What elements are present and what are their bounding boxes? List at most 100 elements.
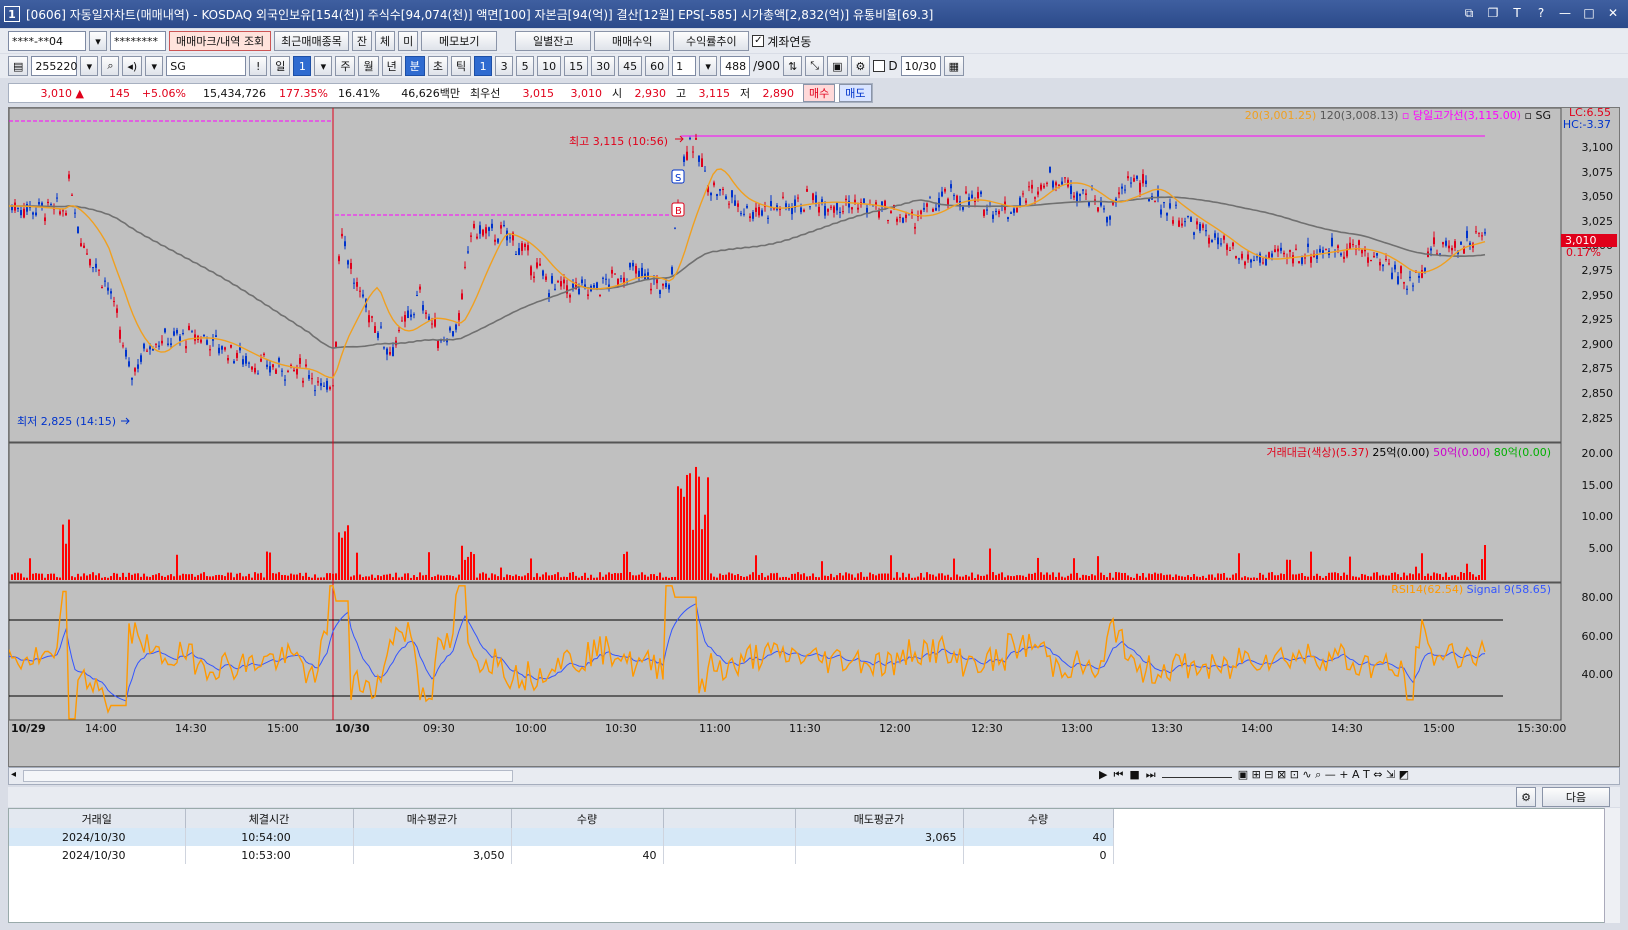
- candle: [158, 345, 160, 347]
- stop-icon[interactable]: ■: [1129, 768, 1139, 782]
- account-link-label: 계좌연동: [767, 34, 812, 49]
- buy-marker[interactable]: B: [671, 202, 685, 217]
- chart-canvas[interactable]: SB: [8, 107, 1621, 768]
- return-trend-button[interactable]: 수익률추이: [673, 31, 750, 51]
- date-field[interactable]: 10/30: [900, 56, 941, 76]
- trade-mark-query-button[interactable]: 매매마크/내역 조회: [169, 31, 272, 51]
- period-day-button[interactable]: 일: [270, 56, 291, 76]
- alert-button[interactable]: !: [249, 56, 268, 76]
- candle: [1235, 255, 1237, 259]
- account-dropdown-button[interactable]: ▾: [89, 31, 107, 51]
- settings-gear-icon[interactable]: ⚙: [850, 56, 871, 76]
- maximize-icon[interactable]: □: [1580, 4, 1598, 22]
- minute-15-button[interactable]: 15: [564, 56, 589, 76]
- sell-marker[interactable]: S: [671, 169, 685, 184]
- minute-5-button[interactable]: 5: [516, 56, 535, 76]
- chart-scrollbar[interactable]: ◂ ▶ ⏮ ■ ⏭ ▣ ⊞ ⊟ ⊠ ⊡ ∿ ⌕ — + A T ⇔ ⇲ ◩: [8, 767, 1620, 785]
- daily-balance-button[interactable]: 일별잔고: [515, 31, 592, 51]
- candle: [1175, 204, 1177, 206]
- rewind-icon[interactable]: ⏮: [1113, 768, 1123, 782]
- restore-link-icon[interactable]: ⧉: [1460, 4, 1478, 22]
- scroll-thumb[interactable]: [23, 770, 513, 782]
- col-sell-avg[interactable]: 매도평균가: [795, 809, 964, 828]
- speaker-icon[interactable]: ◂): [122, 56, 143, 76]
- chart-pane-0[interactable]: [8, 107, 1562, 443]
- unexecuted-button[interactable]: 미: [398, 31, 419, 51]
- candle: [560, 281, 562, 287]
- stock-code-field[interactable]: 255220: [31, 56, 78, 76]
- zoom-slider[interactable]: [1161, 768, 1232, 778]
- candle: [77, 226, 79, 234]
- col-buy-qty[interactable]: 수량: [511, 809, 664, 828]
- buy-button[interactable]: 매수: [803, 84, 836, 102]
- balance-button[interactable]: 잔: [351, 31, 373, 51]
- volume-bar: [164, 576, 166, 580]
- period-month-button[interactable]: 월: [358, 56, 379, 76]
- period-minute-button[interactable]: 분: [404, 56, 425, 76]
- sell-button[interactable]: 매도: [839, 84, 872, 102]
- next-button[interactable]: 다음: [1542, 787, 1610, 807]
- minute-45-button[interactable]: 45: [618, 56, 643, 76]
- draw-icon[interactable]: ⤡: [805, 56, 825, 76]
- minute-10-button[interactable]: 10: [537, 56, 562, 76]
- code-dropdown-button[interactable]: ▾: [80, 56, 99, 76]
- stock-name-field[interactable]: SG: [166, 56, 247, 76]
- table-scrollbar[interactable]: [1604, 808, 1620, 923]
- candle: [1325, 248, 1327, 250]
- account-field[interactable]: ****-**04: [8, 31, 86, 51]
- forward-icon[interactable]: ⏭: [1146, 768, 1156, 782]
- period-count-button[interactable]: 1: [293, 56, 312, 76]
- password-field[interactable]: ********: [110, 31, 166, 51]
- period-week-button[interactable]: 주: [335, 56, 356, 76]
- minute-3-button[interactable]: 3: [495, 56, 514, 76]
- minute-60-button[interactable]: 60: [645, 56, 670, 76]
- col-buy-avg[interactable]: 매수평균가: [353, 809, 512, 828]
- date-checkbox[interactable]: [873, 60, 886, 72]
- app-icon[interactable]: 1: [4, 6, 20, 22]
- account-link-checkbox[interactable]: ✓: [752, 35, 765, 47]
- minimize-icon[interactable]: —: [1556, 4, 1574, 22]
- settings-icon[interactable]: ⚙: [1516, 787, 1536, 807]
- amount-50-legend: 50억(0.00): [1433, 446, 1491, 459]
- period-count-dropdown[interactable]: ▾: [314, 56, 333, 76]
- col-exec-time[interactable]: 체결시간: [185, 809, 354, 828]
- col-sell-qty[interactable]: 수량: [963, 809, 1114, 828]
- col-trade-date[interactable]: 거래일: [9, 809, 186, 828]
- copy-icon[interactable]: ❐: [1484, 4, 1502, 22]
- table-row[interactable]: 2024/10/30 10:54:00 3,065 40: [9, 828, 1114, 846]
- chart-pane-1[interactable]: [8, 442, 1562, 583]
- minute-30-button[interactable]: 30: [591, 56, 616, 76]
- chart-pane-2[interactable]: [8, 582, 1562, 721]
- col-blank[interactable]: [663, 809, 796, 828]
- tool-icons[interactable]: ▣ ⊞ ⊟ ⊠ ⊡ ∿ ⌕ — + A T ⇔ ⇲ ◩: [1238, 768, 1409, 782]
- minute-1-button[interactable]: 1: [474, 56, 493, 76]
- volume-tick-label: 5.00: [1588, 541, 1614, 555]
- chart-area[interactable]: SB 20(3,001.25) 120(3,008.13) ▫ 당일고가선(3,…: [8, 106, 1621, 768]
- close-icon[interactable]: ✕: [1604, 4, 1622, 22]
- candle: [965, 191, 967, 194]
- period-year-button[interactable]: 년: [381, 56, 402, 76]
- candle: [404, 315, 406, 322]
- text-icon[interactable]: T: [1508, 4, 1526, 22]
- layout-icon[interactable]: ▤: [8, 56, 29, 76]
- indicator-icon[interactable]: ⇅: [783, 56, 803, 76]
- recent-trades-button[interactable]: 최근매매종목: [274, 31, 349, 51]
- interval-dropdown[interactable]: ▾: [699, 56, 718, 76]
- interval-select[interactable]: 1: [672, 56, 697, 76]
- help-icon[interactable]: ?: [1532, 4, 1550, 22]
- executed-button[interactable]: 체: [375, 31, 396, 51]
- table-row[interactable]: 2024/10/30 10:53:00 3,050 40 0: [9, 846, 1114, 864]
- search-icon[interactable]: ⌕: [101, 56, 120, 76]
- period-second-button[interactable]: 초: [427, 56, 448, 76]
- period-tick-button[interactable]: 틱: [450, 56, 472, 76]
- play-icon[interactable]: ▶: [1099, 768, 1107, 782]
- save-icon[interactable]: ▣: [827, 56, 848, 76]
- memo-button[interactable]: 메모보기: [421, 31, 498, 51]
- calendar-icon[interactable]: ▦: [943, 56, 965, 76]
- bar-count-field[interactable]: 488: [720, 56, 751, 76]
- trade-profit-button[interactable]: 매매수익: [594, 31, 671, 51]
- scroll-left-icon[interactable]: ◂: [11, 769, 16, 780]
- candle: [125, 349, 127, 357]
- candle: [854, 199, 856, 203]
- group-dropdown-button[interactable]: ▾: [145, 56, 164, 76]
